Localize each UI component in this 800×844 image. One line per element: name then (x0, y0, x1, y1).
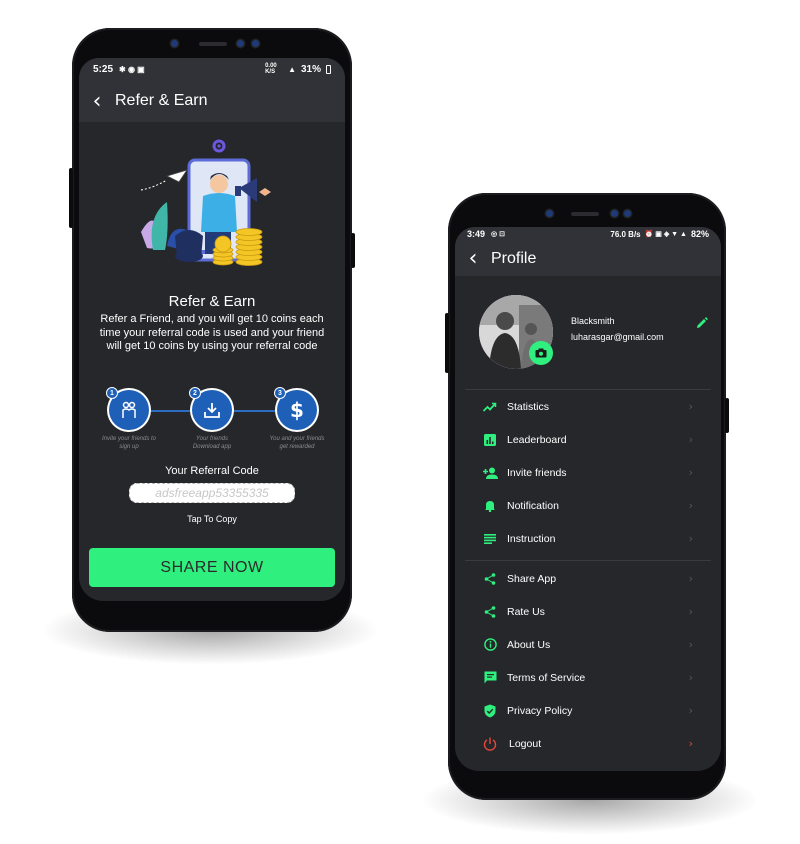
step-number: 3 (274, 387, 286, 399)
menu-label: Privacy Policy (507, 704, 573, 717)
profile-email: luharasgar@gmail.com (571, 332, 664, 342)
download-icon (204, 403, 220, 418)
battery-level: 31% (300, 63, 321, 75)
tap-to-copy-hint[interactable]: Tap To Copy (79, 514, 345, 524)
phone-left: 5:25 ✱ ◉ ▣ 0.00 K/S ▲ 31% ‹ Refer & Earn (69, 28, 355, 632)
list-icon (479, 533, 501, 544)
menu-label: About Us (507, 638, 551, 651)
menu-label: Logout (509, 737, 542, 750)
menu-item-rate-us[interactable]: Rate Us › (455, 595, 721, 628)
menu-label: Statistics (507, 400, 550, 413)
chevron-right-icon: › (688, 605, 693, 618)
menu-label: Notification (507, 499, 559, 512)
notification-icons: ✱ ◉ ▣ (119, 64, 145, 74)
menu-item-logout[interactable]: Logout › (455, 727, 721, 760)
message-icon (479, 671, 501, 684)
chevron-right-icon: › (688, 671, 693, 684)
profile-screen: 3:49 ◎ ⊡ 76.0 B/s ⏰ ▣ ◈ ▼ ▲ 82% ‹ Profil… (455, 227, 721, 771)
dollar-icon: $ (290, 398, 304, 422)
refer-heading: Refer & Earn (168, 293, 256, 310)
change-photo-button[interactable] (529, 341, 553, 365)
step-reward: 3 $ (274, 387, 317, 430)
referral-code-label: Your Referral Code (165, 465, 259, 477)
menu-item-invite-friends[interactable]: Invite friends › (455, 456, 721, 489)
info-icon (479, 638, 501, 651)
step-download: 2 (189, 387, 232, 430)
menu-label: Leaderboard (507, 433, 567, 446)
chevron-right-icon: › (688, 400, 693, 413)
menu-label: Invite friends (507, 466, 567, 479)
share-icon (479, 572, 501, 585)
menu-item-terms[interactable]: Terms of Service › (455, 661, 721, 694)
app-bar: ‹ Profile (455, 241, 721, 276)
back-arrow-icon[interactable]: ‹ (455, 246, 491, 271)
status-icons: ⏰ ▣ ◈ ▼ ▲ (644, 231, 687, 238)
chevron-right-icon: › (688, 572, 693, 585)
menu-label: Terms of Service (507, 671, 586, 684)
gear-icon (212, 139, 226, 153)
status-bar: 5:25 ✱ ◉ ▣ 0.00 K/S ▲ 31% (79, 58, 345, 80)
step-number: 1 (106, 387, 118, 399)
phone-right: 3:49 ◎ ⊡ 76.0 B/s ⏰ ▣ ◈ ▼ ▲ 82% ‹ Profil… (445, 193, 729, 800)
trending-up-icon (479, 402, 501, 412)
chevron-right-icon: › (688, 638, 693, 651)
menu-label: Instruction (507, 532, 556, 545)
menu-item-share-app[interactable]: Share App › (455, 562, 721, 595)
status-bar: 3:49 ◎ ⊡ 76.0 B/s ⏰ ▣ ◈ ▼ ▲ 82% (455, 227, 721, 241)
chevron-right-icon: › (688, 532, 693, 545)
front-camera (546, 210, 553, 217)
status-time: 5:25 (93, 63, 114, 75)
network-speed: 0.00 K/S (265, 63, 277, 75)
chevron-right-icon: › (688, 704, 693, 717)
page-title: Profile (491, 249, 537, 267)
step-caption: Your friends Download app (192, 436, 232, 450)
chevron-right-icon: › (688, 737, 693, 750)
people-icon (122, 401, 136, 418)
step-caption: You and your friends get rewarded (269, 436, 325, 450)
chevron-right-icon: › (688, 433, 693, 446)
share-now-button[interactable]: SHARE NOW (89, 548, 335, 587)
menu-item-privacy-policy[interactable]: Privacy Policy › (455, 694, 721, 727)
page-title: Refer & Earn (115, 92, 208, 109)
step-number: 2 (189, 387, 201, 399)
status-time: 3:49 (467, 229, 486, 239)
step-caption: Invite your friends to sign up (101, 436, 157, 450)
refer-description: Refer a Friend, and you will get 10 coin… (99, 313, 325, 352)
menu-item-leaderboard[interactable]: Leaderboard › (455, 423, 721, 456)
share-icon (479, 605, 501, 618)
profile-name: Blacksmith (571, 316, 615, 326)
bar-chart-icon (479, 433, 501, 446)
battery-icon (326, 64, 331, 74)
battery-level: 82% (690, 229, 709, 239)
menu-item-about-us[interactable]: About Us › (455, 628, 721, 661)
signal-icon: ▲ (288, 64, 296, 74)
bell-icon (479, 499, 501, 512)
back-arrow-icon[interactable]: ‹ (79, 89, 115, 114)
menu-label: Rate Us (507, 605, 545, 618)
menu-label: Share App (507, 572, 557, 585)
divider (465, 560, 711, 561)
edit-pencil-icon[interactable] (696, 317, 708, 329)
menu-item-notification[interactable]: Notification › (455, 489, 721, 522)
shield-check-icon (479, 704, 501, 718)
power-icon (479, 737, 501, 751)
referral-code-field[interactable]: adsfreeapp53355335 (129, 483, 295, 503)
refer-screen: 5:25 ✱ ◉ ▣ 0.00 K/S ▲ 31% ‹ Refer & Earn (79, 58, 345, 601)
menu-item-instruction[interactable]: Instruction › (455, 522, 721, 555)
referral-illustration (140, 139, 271, 266)
menu-item-statistics[interactable]: Statistics › (455, 390, 721, 423)
app-bar: ‹ Refer & Earn (79, 80, 345, 122)
person-add-icon (479, 467, 501, 479)
front-camera (171, 40, 178, 47)
step-invite: 1 (106, 387, 149, 430)
chevron-right-icon: › (688, 466, 693, 479)
camera-icon (535, 348, 547, 358)
network-speed: 76.0 B/s (610, 229, 641, 239)
chevron-right-icon: › (688, 499, 693, 512)
notification-icons: ◎ ⊡ (491, 231, 505, 238)
